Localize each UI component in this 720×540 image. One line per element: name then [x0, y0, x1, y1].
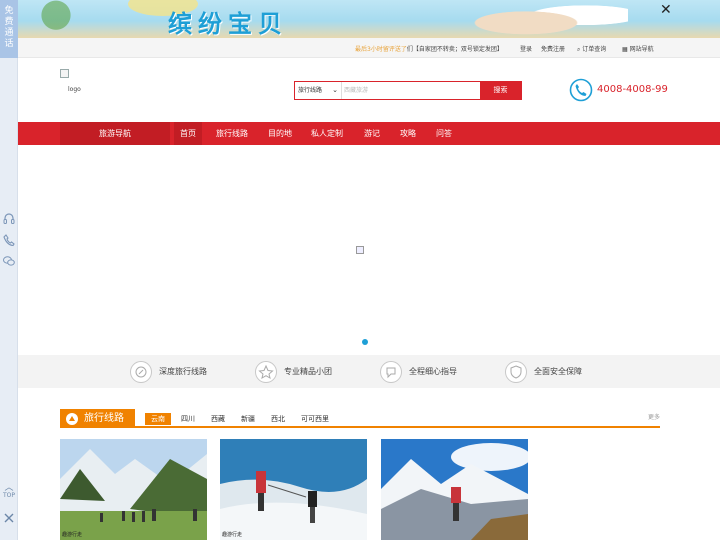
feature-label: 全程细心指导	[409, 367, 457, 376]
route-card-valley[interactable]: 趣游行走	[60, 439, 207, 540]
routes-section-header: 旅行线路 云南 四川 西藏 新疆 西北 可可西里 更多	[60, 409, 660, 428]
top-ad-banner[interactable]: 缤纷宝贝 ✕	[18, 0, 720, 38]
tab-xinjiang[interactable]: 新疆	[235, 413, 261, 425]
notice-highlight[interactable]: 最后3小时留评送了	[355, 46, 407, 53]
region-tabs: 云南 四川 西藏 新疆 西北 可可西里	[145, 413, 339, 425]
route-card-mountain[interactable]	[381, 439, 528, 540]
site-nav-label: 网站导航	[629, 46, 654, 53]
guide-icon	[380, 360, 402, 383]
tab-northwest[interactable]: 西北	[265, 413, 291, 425]
logo-alt-text: logo	[68, 86, 81, 93]
hero-broken-image	[356, 246, 364, 254]
logo-image[interactable]	[60, 69, 69, 78]
card-watermark: 趣游行走	[62, 532, 83, 538]
mountain-hiker-photo	[381, 439, 528, 540]
feature-label: 专业精品小团	[284, 367, 332, 376]
order-query-link[interactable]: ⌕ 订单查询	[577, 44, 606, 54]
register-link[interactable]: 免费注册	[541, 44, 565, 53]
banner-people-image	[458, 0, 628, 38]
nav-item-custom[interactable]: 私人定制	[305, 122, 349, 145]
nav-item-qa[interactable]: 问答	[430, 122, 458, 145]
top-notice: 最后3小时留评送了们【自家团不转卖；双号锁定发团】	[355, 44, 503, 53]
utility-bar: 最后3小时留评送了们【自家团不转卖；双号锁定发团】 登录 免费注册 ⌕ 订单查询…	[18, 38, 720, 58]
nav-item-travelogue[interactable]: 游记	[358, 122, 386, 145]
valley-hikers-photo	[60, 439, 207, 540]
compass-icon	[130, 360, 152, 383]
travel-guide-menu[interactable]: 旅游导航	[60, 122, 170, 145]
shield-icon	[505, 360, 527, 383]
nav-item-destinations[interactable]: 目的地	[262, 122, 298, 145]
search-input[interactable]	[344, 83, 480, 98]
route-icon	[66, 413, 78, 425]
feature-label: 全面安全保障	[534, 367, 582, 376]
banner-headline: 缤纷宝贝	[168, 10, 288, 38]
search-category-select[interactable]: 旅行线路 ⌄	[295, 82, 342, 99]
slider-dot-active[interactable]	[362, 339, 368, 345]
left-float-sidebar: 免费通话 ︿ TOP	[0, 0, 18, 540]
back-to-top-button[interactable]: ︿ TOP	[0, 484, 18, 500]
phone-circle-icon	[569, 78, 593, 102]
tab-sichuan[interactable]: 四川	[175, 413, 201, 425]
section-title: 旅行线路	[60, 409, 135, 428]
top-label: TOP	[2, 492, 15, 499]
login-link[interactable]: 登录	[520, 44, 532, 53]
features-strip: 深度旅行线路 专业精品小团 全程细心指导 全面安全保障	[18, 355, 720, 388]
section-title-label: 旅行线路	[84, 413, 124, 424]
feature-small-groups: 专业精品小团	[255, 360, 332, 383]
grid-icon: ▦	[622, 46, 628, 53]
search-bar: 旅行线路 ⌄ 搜索	[294, 81, 522, 100]
chevron-up-icon: ︿	[4, 483, 14, 493]
feature-safety: 全面安全保障	[505, 360, 582, 383]
route-card-snow[interactable]: 趣游行走	[220, 439, 367, 540]
nav-item-routes[interactable]: 旅行线路	[210, 122, 254, 145]
nav-item-home[interactable]: 首页	[174, 122, 202, 145]
notice-text: 们【自家团不转卖；双号锁定发团】	[406, 46, 503, 53]
wechat-icon[interactable]	[2, 254, 16, 268]
snow-climbers-photo	[220, 439, 367, 540]
banner-palm-decoration	[38, 0, 98, 38]
search-category-value: 旅行线路	[298, 87, 323, 94]
star-icon	[255, 360, 277, 383]
phone-icon[interactable]	[2, 233, 16, 247]
more-link[interactable]: 更多	[648, 412, 660, 421]
hero-slider[interactable]	[18, 145, 720, 355]
tab-hoh-xil[interactable]: 可可西里	[295, 413, 335, 425]
search-button[interactable]: 搜索	[480, 82, 521, 99]
hotline-number: 4008-4008-99	[597, 84, 668, 95]
tab-tibet[interactable]: 西藏	[205, 413, 231, 425]
order-query-label: 订单查询	[582, 46, 607, 53]
tab-yunnan[interactable]: 云南	[145, 413, 171, 425]
feature-guidance: 全程细心指导	[380, 360, 457, 383]
feature-label: 深度旅行线路	[159, 367, 207, 376]
close-sidebar-icon[interactable]	[3, 512, 15, 524]
card-watermark: 趣游行走	[222, 532, 243, 538]
nav-item-guides[interactable]: 攻略	[394, 122, 422, 145]
free-call-button[interactable]: 免费通话	[0, 0, 18, 58]
chevron-down-icon: ⌄	[332, 86, 338, 94]
feature-deep-routes: 深度旅行线路	[130, 360, 207, 383]
headset-icon[interactable]	[2, 212, 16, 226]
free-call-label: 免费通话	[4, 6, 14, 49]
site-nav-link[interactable]: ▦ 网站导航	[622, 44, 654, 53]
banner-close-icon[interactable]: ✕	[660, 2, 672, 18]
main-nav: 旅游导航 首页 旅行线路 目的地 私人定制 游记 攻略 问答	[18, 122, 720, 145]
search-icon: ⌕	[577, 46, 581, 53]
